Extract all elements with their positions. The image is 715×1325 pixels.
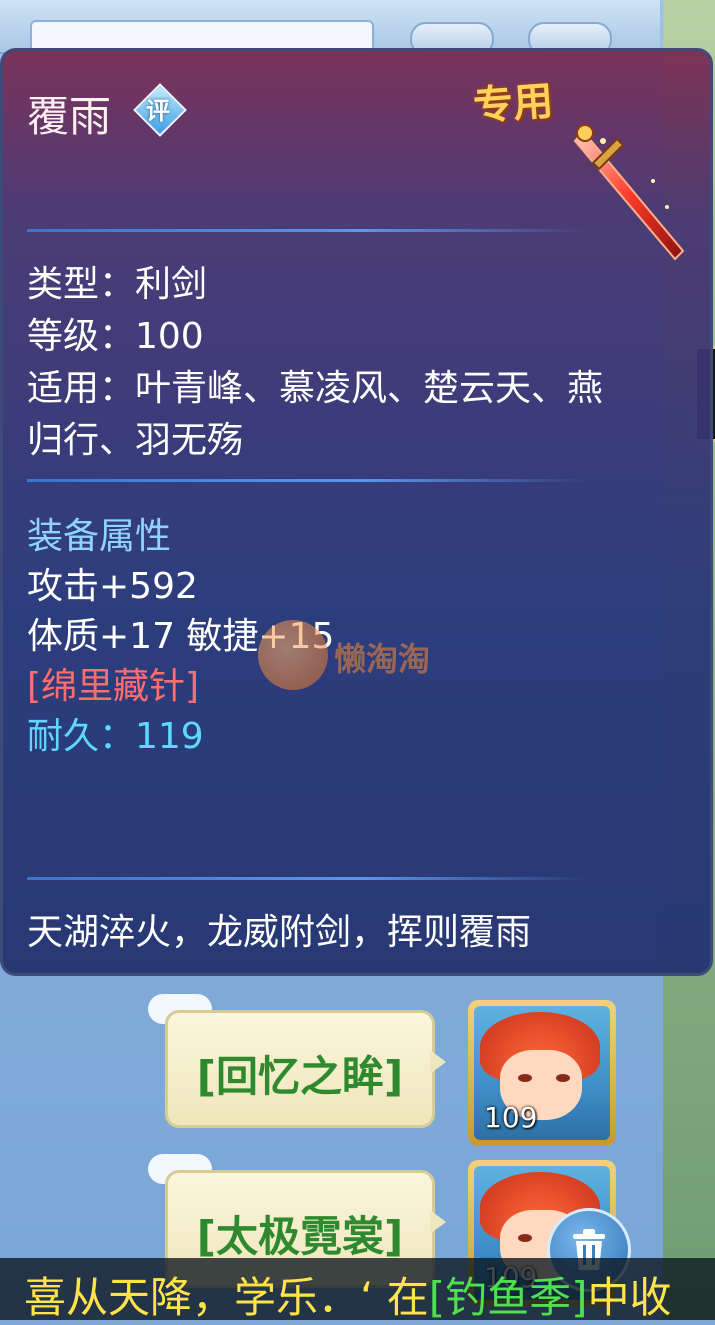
avatar-level: 109: [484, 1101, 538, 1134]
marquee-prefix: 喜从天降，学乐．‘ 在: [24, 1273, 429, 1322]
attributes-title: 装备属性: [27, 516, 172, 557]
item-level: 等级：100: [27, 316, 204, 357]
avatar[interactable]: 109: [468, 1000, 616, 1146]
watermark: 懒淘淘: [258, 620, 458, 692]
bubble-tail: [430, 1050, 446, 1074]
rating-diamond-icon[interactable]: 评: [133, 83, 187, 137]
chat-item-link[interactable]: [太极霓裳]: [168, 1203, 432, 1264]
special-skill: [绵里藏针]: [27, 666, 200, 707]
marquee-link[interactable]: [钓鱼季]: [429, 1273, 588, 1322]
chat-message: [回忆之眸] 109: [0, 990, 660, 1150]
item-tooltip: 覆雨 评 专用 类型：利剑 等级：100 适用：叶青峰、慕凌风、楚云天、燕 归行…: [0, 48, 713, 976]
item-link-bubble[interactable]: [回忆之眸]: [165, 1010, 435, 1128]
item-description: 天湖淬火，龙威附剑，挥则覆雨: [27, 912, 532, 953]
section-divider: [27, 229, 587, 232]
announcement-marquee: 喜从天降，学乐．‘ 在[钓鱼季]中收: [0, 1258, 715, 1322]
durability: 耐久：119: [27, 716, 204, 757]
chat-top-bar: [0, 0, 660, 56]
item-name: 覆雨: [27, 92, 112, 141]
section-divider: [27, 479, 587, 482]
item-usable-by-cont: 归行、羽无殇: [27, 420, 244, 461]
marquee-suffix: 中收: [587, 1273, 672, 1322]
exclusive-tag: 专用: [471, 78, 555, 130]
item-type: 类型：利剑: [27, 264, 208, 305]
sword-icon: [573, 124, 685, 261]
section-divider: [27, 877, 587, 880]
chat-item-link[interactable]: [回忆之眸]: [168, 1043, 432, 1104]
attack-stat: 攻击+592: [27, 566, 198, 607]
bubble-tail: [430, 1210, 446, 1234]
item-usable-by: 适用：叶青峰、慕凌风、楚云天、燕: [27, 368, 604, 409]
